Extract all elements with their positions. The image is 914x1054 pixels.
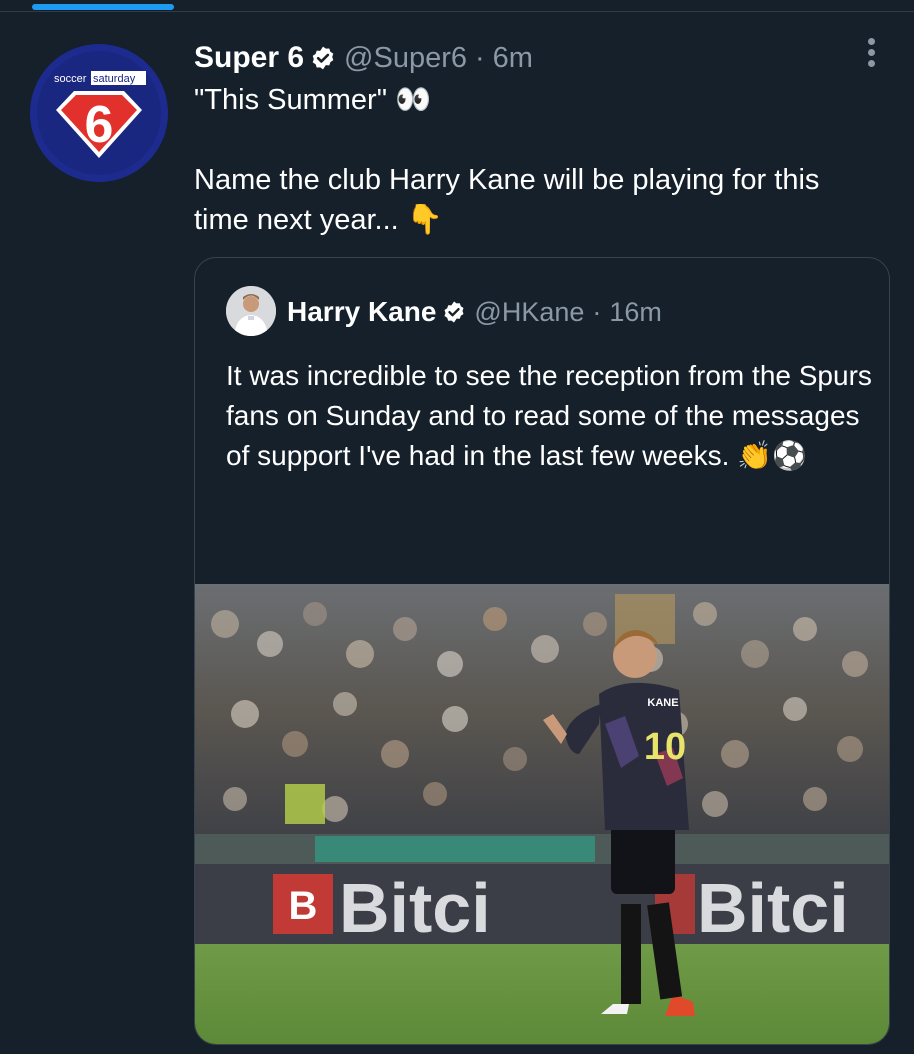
- avatar-brand-saturday: saturday: [93, 73, 136, 85]
- quoted-timestamp[interactable]: 16m: [609, 297, 662, 328]
- stadium-ad-text-left: Bitci: [339, 869, 491, 947]
- avatar-brand-soccer: soccer: [54, 73, 87, 85]
- quoted-tweet-header: Harry Kane @HKane · 16m: [287, 292, 662, 332]
- player-shirt-name: KANE: [647, 697, 678, 709]
- verified-badge-icon: [310, 45, 336, 71]
- quoted-time-separator: ·: [592, 296, 602, 327]
- quoted-author-avatar[interactable]: [226, 286, 276, 336]
- quoted-tweet-photo[interactable]: B Bitci Bitci 10 KANE: [195, 584, 889, 1044]
- quoted-tweet-card[interactable]: Harry Kane @HKane · 16m It was incredibl…: [194, 257, 890, 1045]
- quoted-author-handle[interactable]: @HKane: [474, 297, 584, 328]
- time-separator: ·: [475, 41, 485, 74]
- svg-text:B: B: [289, 884, 318, 928]
- quoted-author-name[interactable]: Harry Kane: [287, 296, 436, 328]
- more-options-icon[interactable]: [864, 38, 878, 72]
- tweet-line-1: "This Summer" 👀: [194, 84, 432, 116]
- author-name[interactable]: Super 6: [194, 41, 304, 75]
- tweet-timestamp[interactable]: 6m: [493, 42, 533, 75]
- loading-progress-bar: [32, 4, 174, 10]
- super6-avatar[interactable]: soccer saturday 6: [30, 44, 168, 182]
- header-divider: [0, 11, 914, 12]
- tweet-body: "This Summer" 👀 Name the club Harry Kane…: [194, 80, 874, 240]
- avatar-emblem-number: 6: [85, 96, 114, 154]
- tweet-header: Super 6 @Super6 · 6m: [194, 38, 533, 78]
- tweet-line-2: Name the club Harry Kane will be playing…: [194, 164, 820, 236]
- author-handle[interactable]: @Super6: [344, 42, 467, 75]
- quoted-tweet-body: It was incredible to see the reception f…: [226, 360, 872, 471]
- stadium-ad-text-right: Bitci: [697, 869, 849, 947]
- verified-badge-icon: [442, 300, 466, 324]
- player-shirt-number: 10: [644, 726, 686, 768]
